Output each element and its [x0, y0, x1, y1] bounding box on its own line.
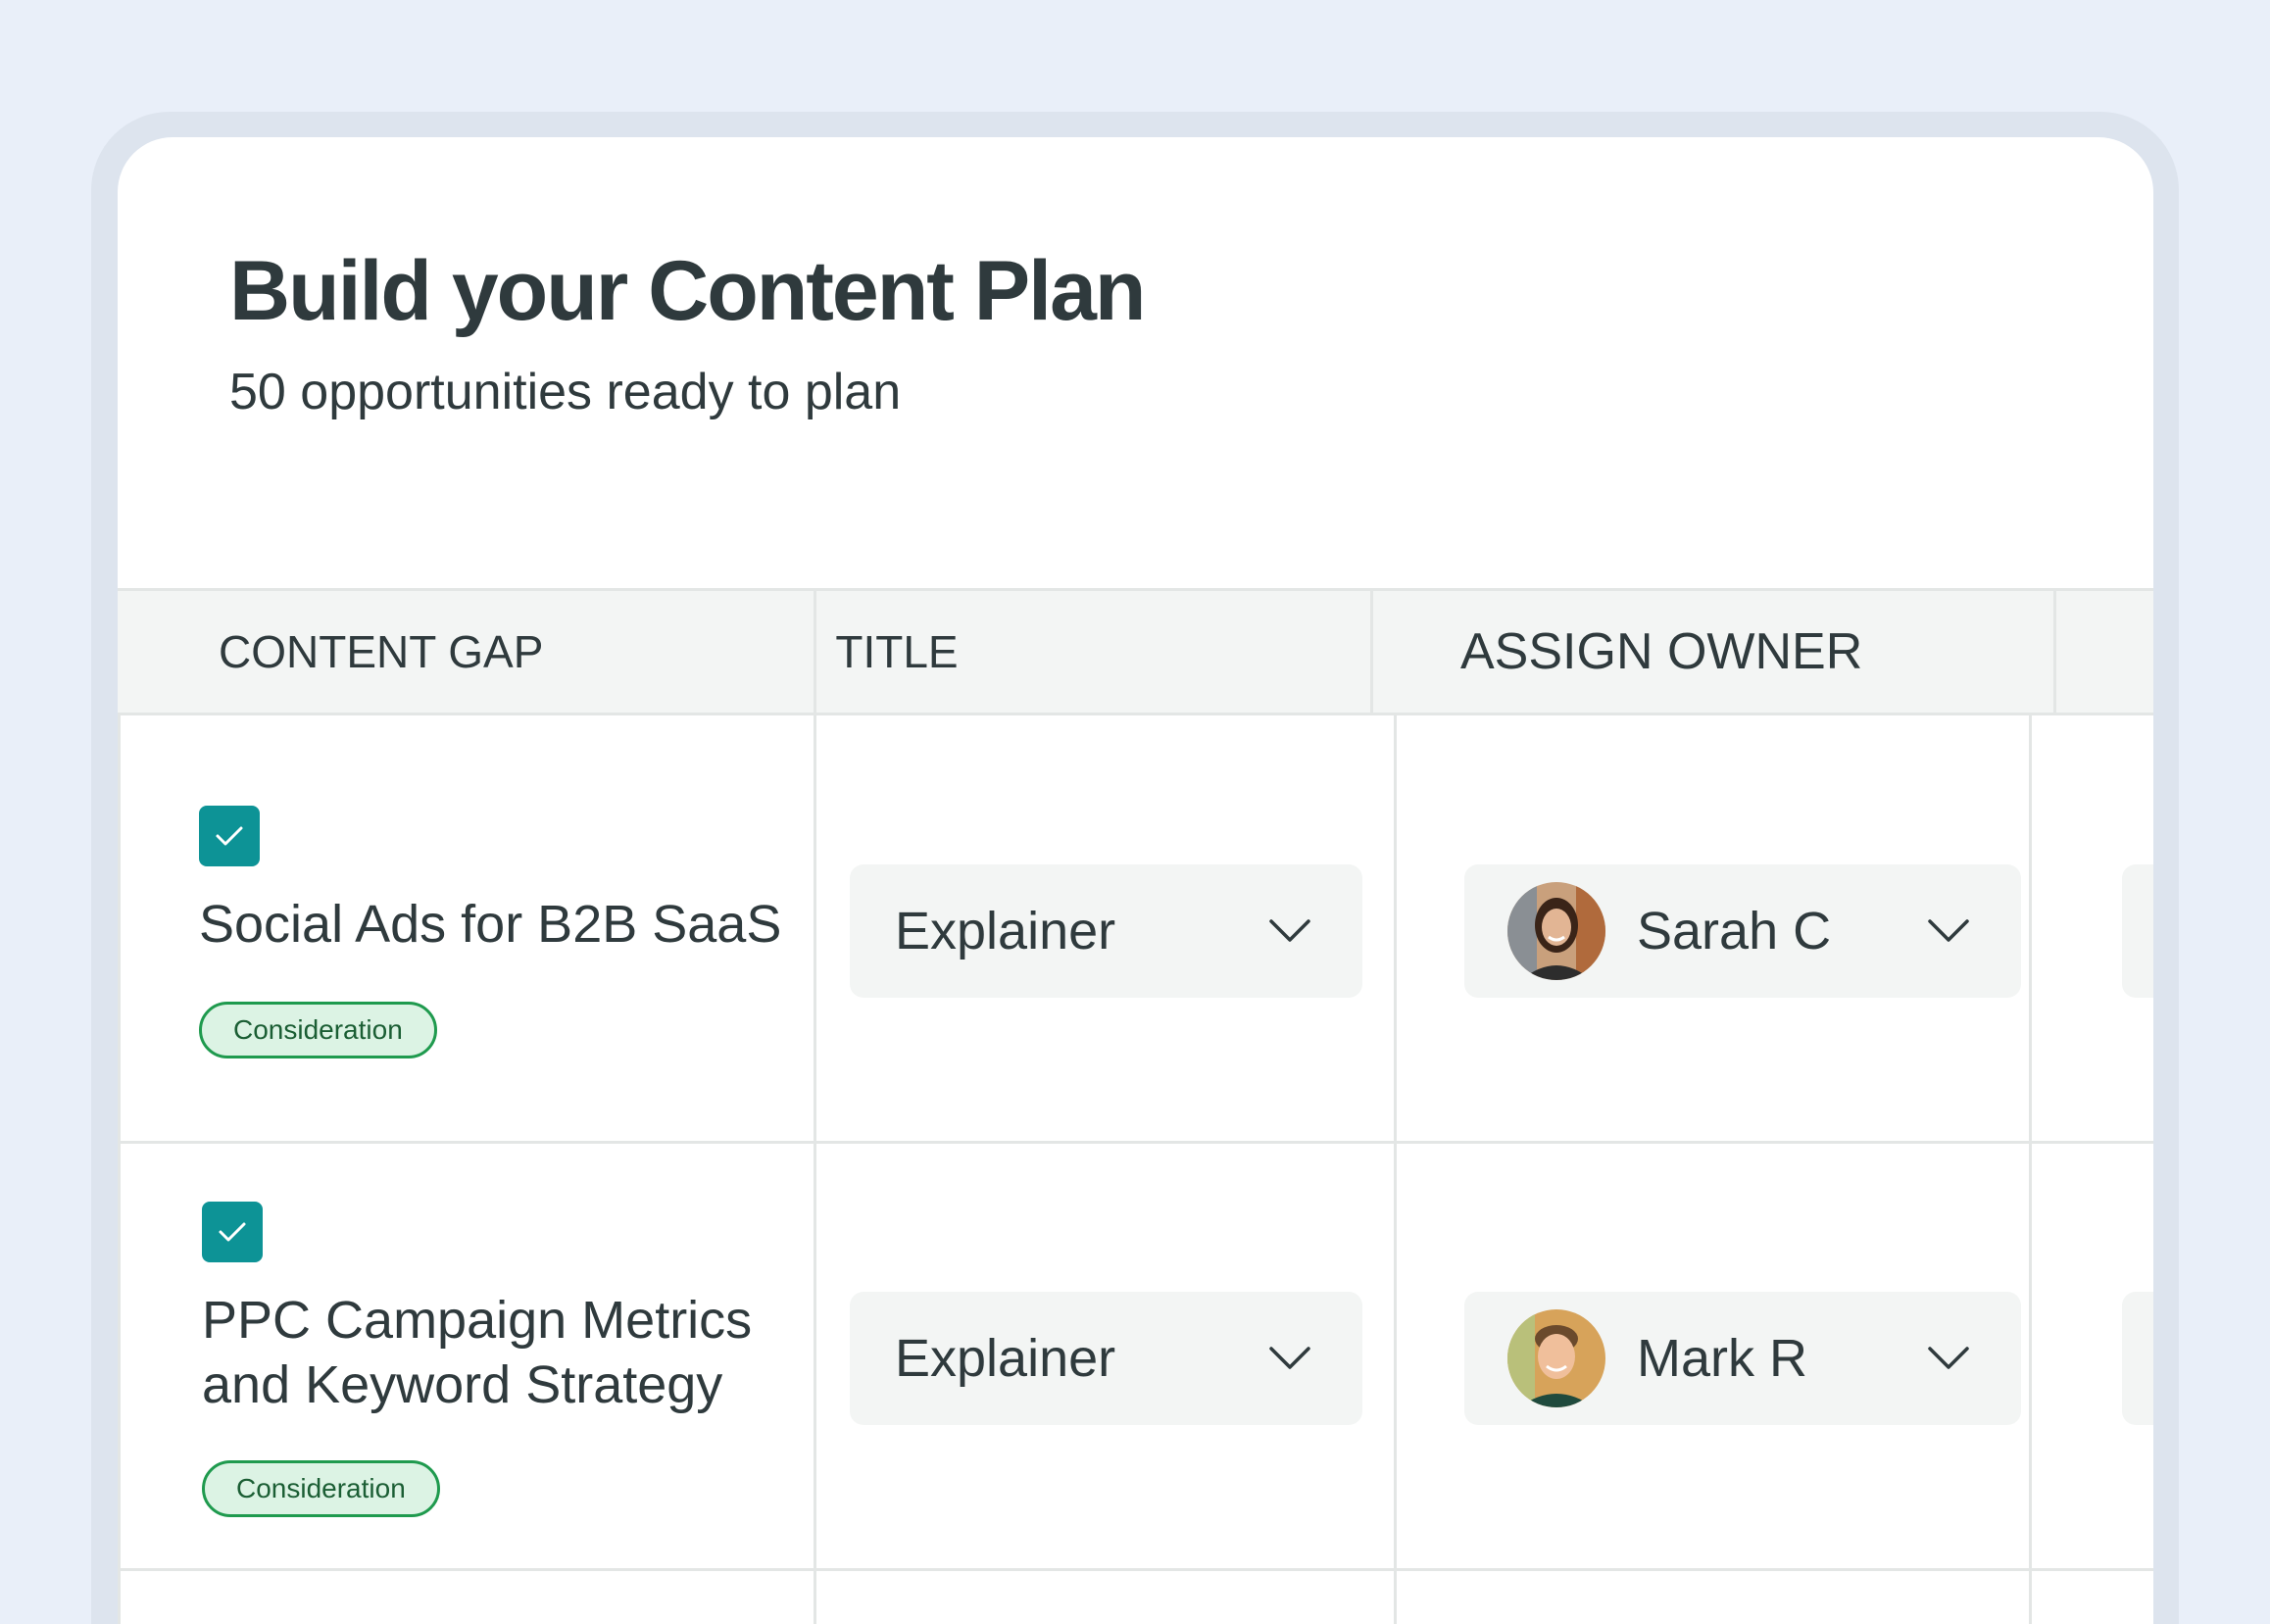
owner-dropdown[interactable]: Mark R	[1464, 1292, 2021, 1425]
chevron-down-icon	[1928, 1347, 1969, 1369]
content-gap-text: Social Ads for B2B SaaS	[199, 892, 781, 957]
title-type-dropdown[interactable]: Explainer	[850, 1292, 1362, 1425]
owner-dropdown[interactable]: Sarah C	[1464, 864, 2021, 998]
title-type-value: Explainer	[895, 1329, 1116, 1388]
content-gap-line: Social Ads for B2B SaaS	[199, 895, 782, 954]
content-gap-line: and Keyword Strategy	[202, 1355, 723, 1414]
title-type-dropdown[interactable]: Explainer	[850, 864, 1362, 998]
column-header-content-gap[interactable]: CONTENT GAP	[219, 591, 543, 713]
row-checkbox[interactable]	[202, 1202, 263, 1262]
owner-name: Mark R	[1637, 1329, 1807, 1388]
column-header-assign-owner[interactable]: ASSIGN OWNER	[1460, 591, 1862, 713]
column-header-title[interactable]: TITLE	[814, 591, 980, 713]
row-divider	[118, 1141, 2153, 1144]
row-divider	[118, 1568, 2153, 1571]
content-gap-text: PPC Campaign Metrics and Keyword Strateg…	[202, 1288, 752, 1417]
stage-badge: Consideration	[199, 1002, 437, 1058]
checkmark-icon	[216, 826, 243, 846]
page-subtitle: 50 opportunities ready to plan	[229, 364, 902, 420]
next-column-dropdown[interactable]	[2122, 1292, 2153, 1425]
column-divider	[1394, 715, 1397, 1624]
content-gap-line: PPC Campaign Metrics	[202, 1291, 753, 1350]
column-divider	[2053, 588, 2056, 715]
man-avatar-icon	[1507, 1309, 1605, 1407]
owner-name: Sarah C	[1637, 902, 1832, 960]
chevron-down-icon	[1269, 1347, 1310, 1369]
checkmark-icon	[219, 1222, 246, 1242]
next-column-dropdown[interactable]	[2122, 864, 2153, 998]
column-divider	[2029, 715, 2032, 1624]
table-header: CONTENT GAP TITLE ASSIGN OWNER	[118, 588, 2153, 715]
title-type-value: Explainer	[895, 902, 1116, 960]
woman-avatar-icon	[1507, 882, 1605, 980]
chevron-down-icon	[1928, 919, 1969, 942]
content-plan-card: Build your Content Plan 50 opportunities…	[118, 137, 2153, 1624]
table-left-border	[118, 715, 121, 1624]
row-checkbox[interactable]	[199, 806, 260, 866]
chevron-down-icon	[1269, 919, 1310, 942]
stage-badge: Consideration	[202, 1460, 440, 1517]
column-divider	[1370, 588, 1373, 715]
column-divider	[814, 588, 816, 1624]
page-title: Build your Content Plan	[229, 244, 1146, 338]
